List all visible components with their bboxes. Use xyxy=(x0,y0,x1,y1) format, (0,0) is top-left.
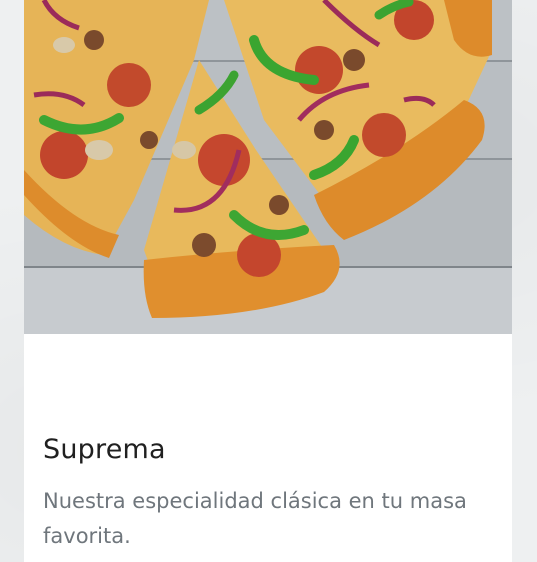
product-image[interactable] xyxy=(24,0,512,334)
product-card[interactable]: Suprema Nuestra especialidad clásica en … xyxy=(24,0,512,562)
product-description: Nuestra especialidad clásica en tu masa … xyxy=(43,489,467,548)
product-title[interactable]: Suprema xyxy=(43,434,166,465)
